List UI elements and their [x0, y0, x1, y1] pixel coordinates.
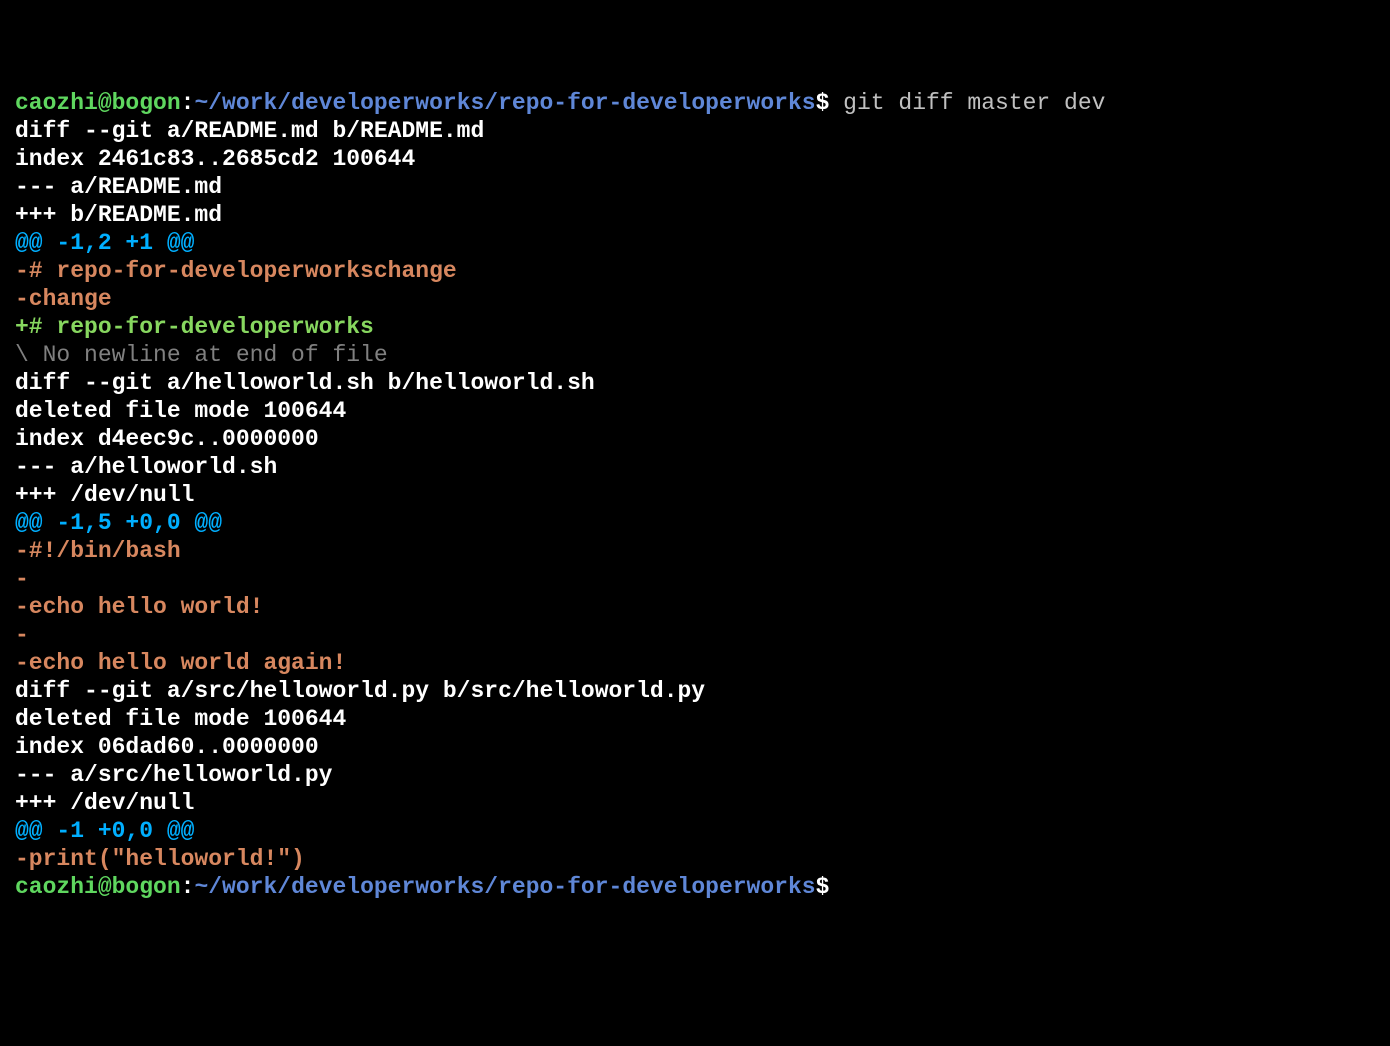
diff-line: deleted file mode 100644	[15, 398, 346, 424]
prompt-user-host: caozhi@bogon	[15, 874, 181, 900]
diff-line: --- a/helloworld.sh	[15, 454, 277, 480]
diff-line: deleted file mode 100644	[15, 706, 346, 732]
diff-line: @@ -1 +0,0 @@	[15, 818, 194, 844]
prompt-dollar: $	[816, 874, 830, 900]
diff-line: +++ b/README.md	[15, 202, 222, 228]
diff-line: -echo hello world!	[15, 594, 263, 620]
diff-line: index 2461c83..2685cd2 100644	[15, 146, 415, 172]
diff-output: diff --git a/README.md b/README.md index…	[15, 117, 1375, 873]
diff-line: -echo hello world again!	[15, 650, 346, 676]
diff-line: -	[15, 622, 29, 648]
diff-line: @@ -1,5 +0,0 @@	[15, 510, 222, 536]
diff-line: diff --git a/src/helloworld.py b/src/hel…	[15, 678, 705, 704]
command-input: git diff master dev	[829, 90, 1105, 116]
prompt-colon: :	[181, 90, 195, 116]
diff-line: \ No newline at end of file	[15, 342, 388, 368]
diff-line: +++ /dev/null	[15, 790, 194, 816]
diff-line: index 06dad60..0000000	[15, 734, 319, 760]
diff-line: +# repo-for-developerworks	[15, 314, 374, 340]
prompt-colon: :	[181, 874, 195, 900]
prompt-path: ~/work/developerworks/repo-for-developer…	[194, 90, 815, 116]
diff-line: -print("helloworld!")	[15, 846, 305, 872]
diff-line: diff --git a/helloworld.sh b/helloworld.…	[15, 370, 595, 396]
prompt-path: ~/work/developerworks/repo-for-developer…	[194, 874, 815, 900]
diff-line: @@ -1,2 +1 @@	[15, 230, 194, 256]
diff-line: -# repo-for-developerworkschange	[15, 258, 457, 284]
diff-line: diff --git a/README.md b/README.md	[15, 118, 484, 144]
diff-line: --- a/README.md	[15, 174, 222, 200]
diff-line: +++ /dev/null	[15, 482, 194, 508]
diff-line: -	[15, 566, 29, 592]
diff-line: --- a/src/helloworld.py	[15, 762, 332, 788]
terminal-output[interactable]: caozhi@bogon:~/work/developerworks/repo-…	[15, 89, 1375, 901]
prompt-user-host: caozhi@bogon	[15, 90, 181, 116]
diff-line: -change	[15, 286, 112, 312]
diff-line: index d4eec9c..0000000	[15, 426, 319, 452]
prompt-dollar: $	[816, 90, 830, 116]
diff-line: -#!/bin/bash	[15, 538, 181, 564]
